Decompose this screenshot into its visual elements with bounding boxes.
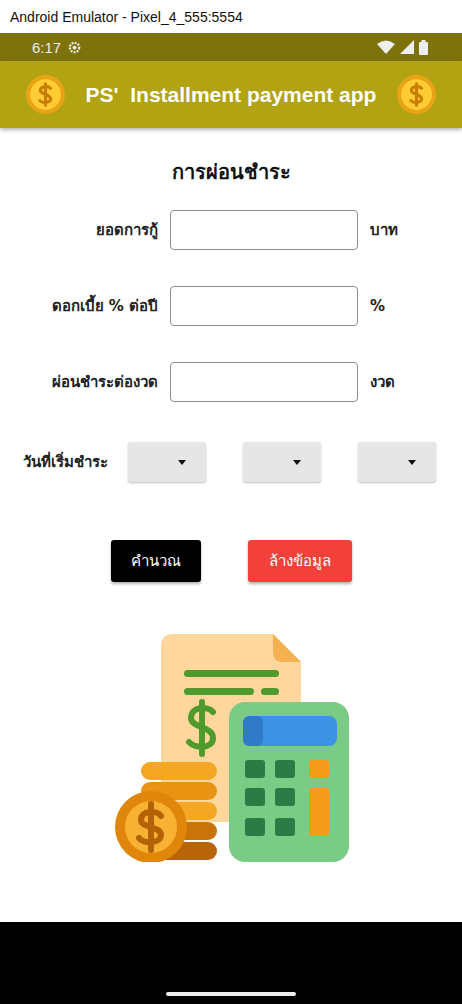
field-row: ผ่อนชำระต่องวด งวด	[0, 362, 462, 402]
date-dropdown[interactable]	[358, 442, 436, 482]
gear-icon	[67, 40, 82, 55]
caret-icon	[293, 460, 301, 465]
status-time: 6:17	[32, 39, 61, 56]
battery-icon	[419, 40, 428, 55]
coin-icon	[25, 74, 66, 115]
field-label: ผ่อนชำระต่องวด	[0, 370, 158, 394]
date-dropdown[interactable]	[128, 442, 206, 482]
calculator-illustration-icon	[111, 622, 351, 862]
home-gesture-bar[interactable]	[166, 992, 296, 996]
text-field[interactable]	[170, 362, 358, 402]
date-row: วันที่เริ่มชำระ	[0, 442, 462, 482]
date-dropdown[interactable]	[243, 442, 321, 482]
caret-icon	[408, 460, 416, 465]
date-label: วันที่เริ่มชำระ	[23, 450, 108, 474]
window-title-bar: Android Emulator - Pixel_4_555:5554	[0, 0, 462, 33]
window-title: Android Emulator - Pixel_4_555:5554	[10, 9, 243, 25]
emulator-window: Android Emulator - Pixel_4_555:5554 6:17 P…	[0, 0, 462, 1004]
text-field[interactable]	[170, 286, 358, 326]
text-field[interactable]	[170, 210, 358, 250]
field-unit: บาท	[370, 218, 462, 242]
field-label: ยอดการกู้	[0, 218, 158, 242]
field-row: ยอดการกู้ บาท	[0, 210, 462, 250]
signal-icon	[400, 40, 414, 54]
primary-button[interactable]: คำนวณ	[111, 540, 201, 582]
status-bar: 6:17	[0, 33, 462, 61]
app-title: PS' Installment payment app	[86, 83, 377, 107]
coin-icon	[396, 74, 437, 115]
field-label: ดอกเบี้ย % ต่อปี	[0, 294, 158, 318]
caret-icon	[178, 460, 186, 465]
navigation-bar	[0, 922, 462, 1004]
field-unit: %	[370, 297, 462, 315]
wifi-icon	[377, 40, 395, 54]
field-unit: งวด	[370, 370, 462, 394]
form-page: การผ่อนชำระยอดการกู้ บาทดอกเบี้ย % ต่อปี%…	[0, 128, 462, 922]
field-row: ดอกเบี้ย % ต่อปี%	[0, 286, 462, 326]
danger-button[interactable]: ล้างข้อมูล	[248, 540, 352, 582]
app-bar: PS' Installment payment app	[0, 61, 462, 128]
form-title: การผ่อนชำระ	[172, 156, 291, 188]
